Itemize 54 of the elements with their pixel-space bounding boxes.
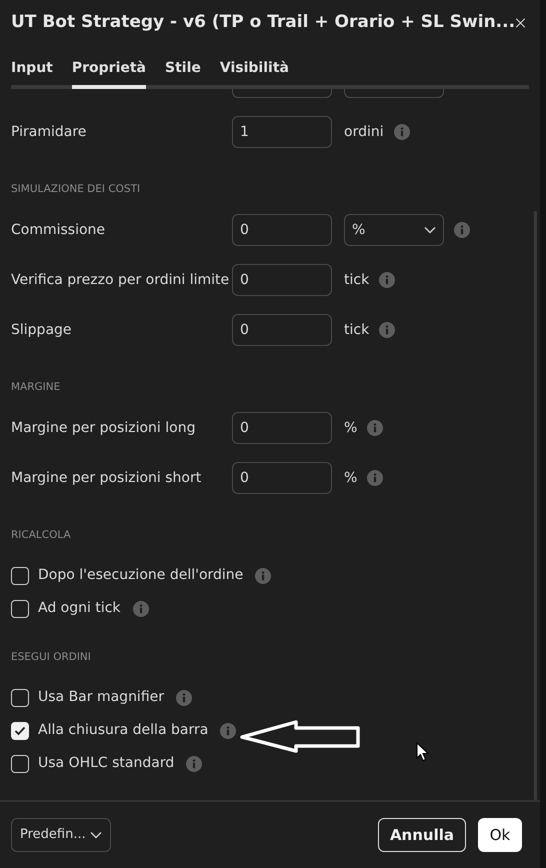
unit-dropdown[interactable]: % — [344, 214, 444, 246]
chevron-down-icon — [90, 831, 102, 839]
input-field[interactable]: 0 — [232, 462, 332, 494]
unit-label: tick — [344, 270, 370, 290]
ok-button[interactable]: Ok — [478, 818, 522, 852]
info-icon — [132, 600, 149, 616]
dialog-title: UT Bot Strategy - v6 (TP o Trail + Orario + SL Swin... — [11, 10, 516, 34]
info-icon — [379, 322, 396, 338]
info-icon — [367, 420, 384, 436]
preset-dropdown[interactable]: Predefin... — [11, 818, 111, 852]
info-icon — [186, 756, 202, 772]
tab[interactable]: Visibilità — [220, 58, 289, 89]
unit-label: % — [344, 468, 358, 488]
field-label: Margine per posizioni long — [11, 418, 196, 438]
field-label: Commissione — [11, 220, 106, 240]
checkbox[interactable] — [11, 566, 29, 584]
info-icon — [454, 222, 470, 238]
field-label: Slippage — [11, 320, 73, 340]
checkbox[interactable] — [11, 688, 29, 706]
checkmark-icon — [14, 726, 26, 736]
info-icon — [379, 272, 396, 288]
input-field[interactable]: 0 — [232, 264, 332, 296]
info-icon — [220, 722, 236, 738]
unit-label: % — [344, 418, 358, 438]
info-icon — [176, 690, 192, 706]
input-field[interactable]: 0 — [232, 412, 332, 444]
field-label: Piramidare — [11, 122, 88, 142]
section-heading: ESEGUI ORDINI — [11, 650, 92, 664]
checkbox[interactable] — [11, 600, 29, 618]
tab[interactable]: Input — [11, 58, 53, 89]
input-field[interactable]: 1 — [232, 116, 332, 148]
field-label: Margine per posizioni short — [11, 468, 202, 488]
info-icon — [367, 470, 384, 486]
chevron-down-icon — [424, 226, 436, 234]
cursor-icon — [416, 742, 429, 762]
section-heading: RICALCOLA — [11, 528, 72, 542]
section-heading: MARGINE — [11, 380, 62, 394]
field-label: Verifica prezzo per ordini limite — [11, 270, 230, 290]
tab[interactable]: Proprietà — [72, 58, 146, 89]
checkbox-label: Usa OHLC standard — [38, 754, 174, 773]
cancel-button[interactable]: Annulla — [378, 818, 466, 852]
section-heading: SIMULAZIONE DEI COSTI — [11, 182, 142, 196]
tab[interactable]: Stile — [165, 58, 201, 89]
checkbox-label: Usa Bar magnifier — [38, 688, 164, 707]
input-field[interactable]: 0 — [232, 214, 332, 246]
info-icon — [394, 124, 410, 140]
checkbox-label: Ad ogni tick — [38, 599, 121, 618]
input-field[interactable]: 0 — [232, 314, 332, 346]
unit-label: tick — [344, 320, 370, 340]
unit-label: ordini — [344, 122, 384, 142]
checkbox[interactable] — [11, 754, 29, 772]
checkbox-label: Alla chiusura della barra — [38, 721, 208, 740]
checkbox-label: Dopo l'esecuzione dell'ordine — [38, 566, 244, 585]
info-icon — [255, 568, 272, 584]
